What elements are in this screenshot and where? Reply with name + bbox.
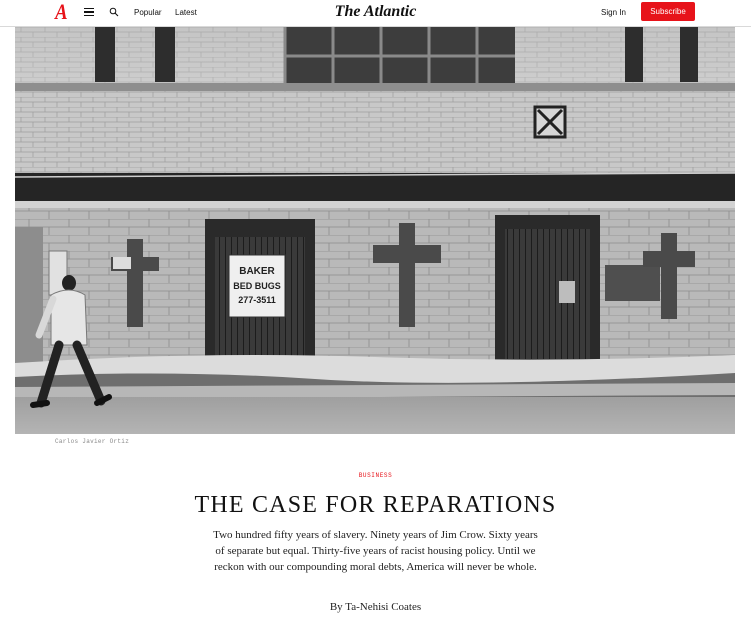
sign-in-link[interactable]: Sign In [601,8,626,17]
brand-wordmark-text: The Atlantic [334,3,417,20]
article-title: THE CASE FOR REPARATIONS [194,492,557,518]
subscribe-button[interactable]: Subscribe [641,2,695,21]
hero-photo-illustration: BAKER BED BUGS 277-3511 [15,27,735,434]
article-dek: Two hundred fifty years of slavery. Nine… [213,529,538,573]
byline: By Ta-Nehisi Coates [0,601,751,613]
section-label[interactable]: BUSINESS [0,472,751,479]
window-sign-line-1: BAKER [239,266,275,277]
hero-photo: BAKER BED BUGS 277-3511 [15,27,735,434]
byline-prefix: By [329,601,343,613]
window-sign-line-3: 277-3511 [238,295,276,305]
photo-credit: Carlos Javier Ortiz [55,438,130,445]
brand-wordmark[interactable]: The Atlantic [0,2,751,22]
top-navigation-bar: A Popular Latest The Atlantic Sign In Su… [0,0,751,27]
author-link[interactable]: Ta-Nehisi Coates [345,601,421,613]
window-sign-line-2: BED BUGS [233,281,281,291]
